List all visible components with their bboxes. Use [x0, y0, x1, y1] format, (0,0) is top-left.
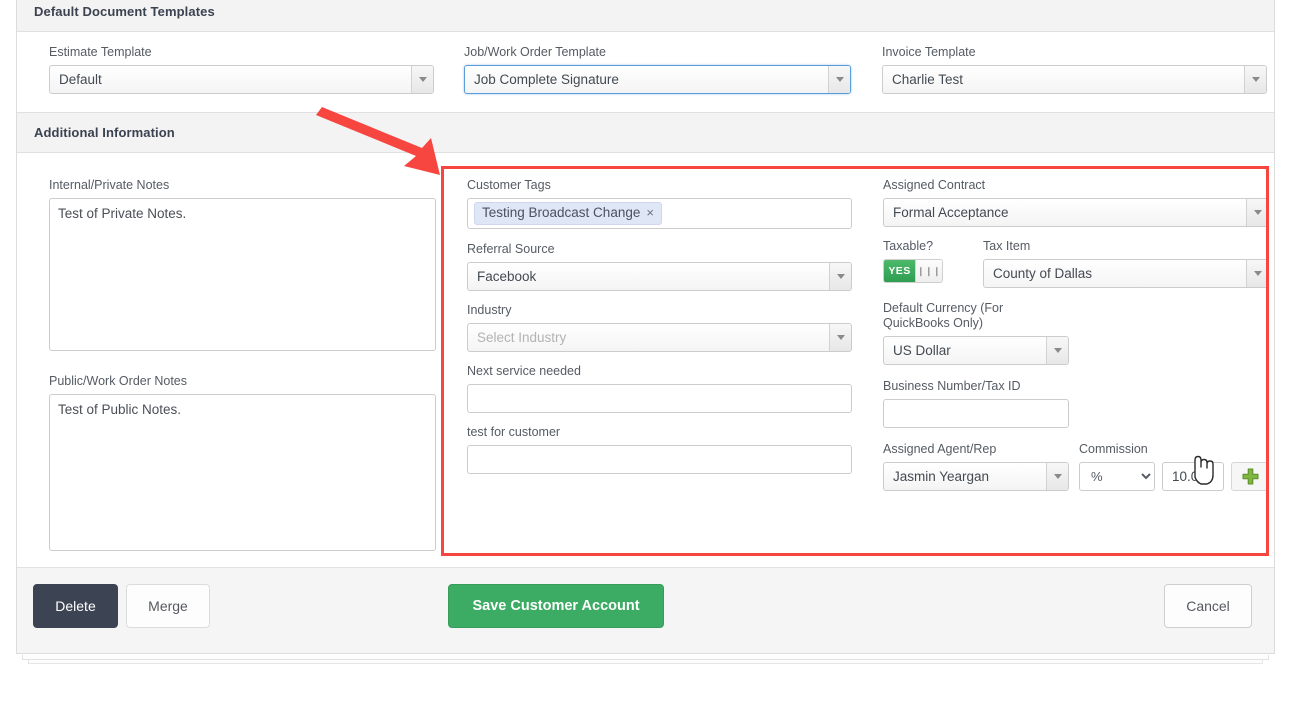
currency-label: Default Currency (For QuickBooks Only) [883, 301, 1069, 331]
currency-label-line1: Default Currency (For [883, 301, 1004, 315]
assigned-agent-field: Assigned Agent/Rep Jasmin Yeargan [883, 441, 1069, 491]
merge-button[interactable]: Merge [126, 584, 210, 628]
commission-unit-select[interactable]: % [1079, 462, 1155, 491]
tag-chip-label: Testing Broadcast Change [482, 205, 641, 220]
chevron-down-icon[interactable] [1046, 337, 1068, 364]
field-estimate-template: Estimate Template Default [49, 44, 434, 94]
toggle-grip-icon[interactable]: ❙❙❙ [915, 260, 942, 282]
invoice-template-select[interactable]: Charlie Test [882, 65, 1267, 94]
chevron-down-icon[interactable] [829, 263, 851, 290]
billing-column: Assigned Contract Formal Acceptance Taxa… [883, 177, 1269, 491]
assigned-contract-label: Assigned Contract [883, 178, 986, 192]
tax-item-select[interactable]: County of Dallas [983, 259, 1269, 288]
test-for-customer-input[interactable] [467, 445, 852, 474]
job-template-label: Job/Work Order Template [464, 45, 606, 59]
assigned-contract-select[interactable]: Formal Acceptance [883, 198, 1269, 227]
form-footer: Delete Merge Save Customer Account Cance… [17, 567, 1274, 653]
chevron-down-icon[interactable] [1244, 66, 1266, 93]
chevron-down-icon[interactable] [411, 66, 433, 93]
estimate-template-label: Estimate Template [49, 45, 152, 59]
business-number-input[interactable] [883, 399, 1069, 428]
commission-amount-input[interactable]: 10.00 [1162, 462, 1224, 491]
invoice-template-label: Invoice Template [882, 45, 976, 59]
additional-information-body: Internal/Private Notes Test of Private N… [17, 153, 1274, 567]
commission-controls: % 10.00 [1079, 462, 1269, 491]
chevron-down-icon[interactable] [1246, 260, 1268, 287]
taxable-field: Taxable? YES ❙❙❙ [883, 238, 983, 288]
close-icon[interactable]: × [646, 205, 654, 221]
customer-account-form: Default Document Templates Estimate Temp… [0, 0, 1291, 704]
field-job-work-order-template: Job/Work Order Template Job Complete Sig… [464, 44, 851, 94]
save-customer-account-button[interactable]: Save Customer Account [448, 584, 664, 628]
currency-select[interactable]: US Dollar [883, 336, 1069, 365]
job-template-select[interactable]: Job Complete Signature [464, 65, 851, 94]
panel-shadow-lower [28, 660, 1263, 664]
currency-value: US Dollar [893, 343, 951, 358]
section-header-additional-information: Additional Information [17, 112, 1274, 153]
invoice-template-value: Charlie Test [892, 72, 964, 87]
next-service-input[interactable] [467, 384, 852, 413]
job-template-value: Job Complete Signature [474, 72, 619, 87]
estimate-template-select[interactable]: Default [49, 65, 434, 94]
chevron-down-icon[interactable] [1046, 463, 1068, 490]
assigned-agent-label: Assigned Agent/Rep [883, 442, 997, 456]
plus-icon [1242, 468, 1258, 485]
templates-body: Estimate Template Default Job/Work Order… [17, 32, 1274, 112]
assigned-agent-select[interactable]: Jasmin Yeargan [883, 462, 1069, 491]
customer-details-column: Customer Tags Testing Broadcast Change ×… [467, 177, 852, 474]
industry-select[interactable]: Select Industry [467, 323, 852, 352]
tax-row: Taxable? YES ❙❙❙ Tax Item County of Dall… [883, 238, 1269, 288]
form-panel: Default Document Templates Estimate Temp… [16, 0, 1275, 654]
currency-label-line2: QuickBooks Only) [883, 316, 984, 330]
taxable-label: Taxable? [883, 239, 934, 253]
estimate-template-value: Default [59, 72, 102, 87]
agent-commission-row: Assigned Agent/Rep Jasmin Yeargan Commis… [883, 441, 1269, 491]
cancel-button[interactable]: Cancel [1164, 584, 1252, 628]
industry-placeholder: Select Industry [477, 330, 567, 345]
commission-field: Commission % 10.00 [1069, 441, 1269, 491]
referral-source-select[interactable]: Facebook [467, 262, 852, 291]
chevron-down-icon[interactable] [829, 324, 851, 351]
business-number-field: Business Number/Tax ID [883, 378, 1069, 428]
commission-label: Commission [1079, 442, 1148, 456]
notes-column: Internal/Private Notes Test of Private N… [49, 177, 436, 556]
assigned-agent-value: Jasmin Yeargan [893, 469, 990, 484]
taxable-toggle[interactable]: YES ❙❙❙ [883, 259, 943, 283]
assigned-contract-value: Formal Acceptance [893, 205, 1009, 220]
private-notes-textarea[interactable]: Test of Private Notes. [49, 198, 436, 351]
tax-item-label: Tax Item [983, 239, 1031, 253]
tag-chip[interactable]: Testing Broadcast Change × [474, 202, 662, 225]
public-notes-label: Public/Work Order Notes [49, 374, 188, 388]
referral-source-value: Facebook [477, 269, 537, 284]
field-invoice-template: Invoice Template Charlie Test [882, 44, 1267, 94]
referral-source-label: Referral Source [467, 242, 555, 256]
chevron-down-icon[interactable] [1246, 199, 1268, 226]
next-service-label: Next service needed [467, 364, 581, 378]
customer-tags-input[interactable]: Testing Broadcast Change × [467, 198, 852, 229]
test-for-customer-label: test for customer [467, 425, 561, 439]
delete-button[interactable]: Delete [33, 584, 118, 628]
tax-item-value: County of Dallas [993, 266, 1093, 281]
customer-tags-label: Customer Tags [467, 178, 551, 192]
public-notes-textarea[interactable]: Test of Public Notes. [49, 394, 436, 551]
add-commission-button[interactable] [1231, 462, 1269, 491]
industry-label: Industry [467, 303, 512, 317]
chevron-down-icon[interactable] [828, 66, 850, 93]
private-notes-label: Internal/Private Notes [49, 178, 170, 192]
taxable-toggle-state: YES [884, 260, 915, 282]
currency-field: Default Currency (For QuickBooks Only) U… [883, 301, 1069, 365]
tax-item-field: Tax Item County of Dallas [983, 238, 1269, 288]
business-number-label: Business Number/Tax ID [883, 379, 1021, 393]
section-header-default-document-templates: Default Document Templates [17, 0, 1274, 32]
